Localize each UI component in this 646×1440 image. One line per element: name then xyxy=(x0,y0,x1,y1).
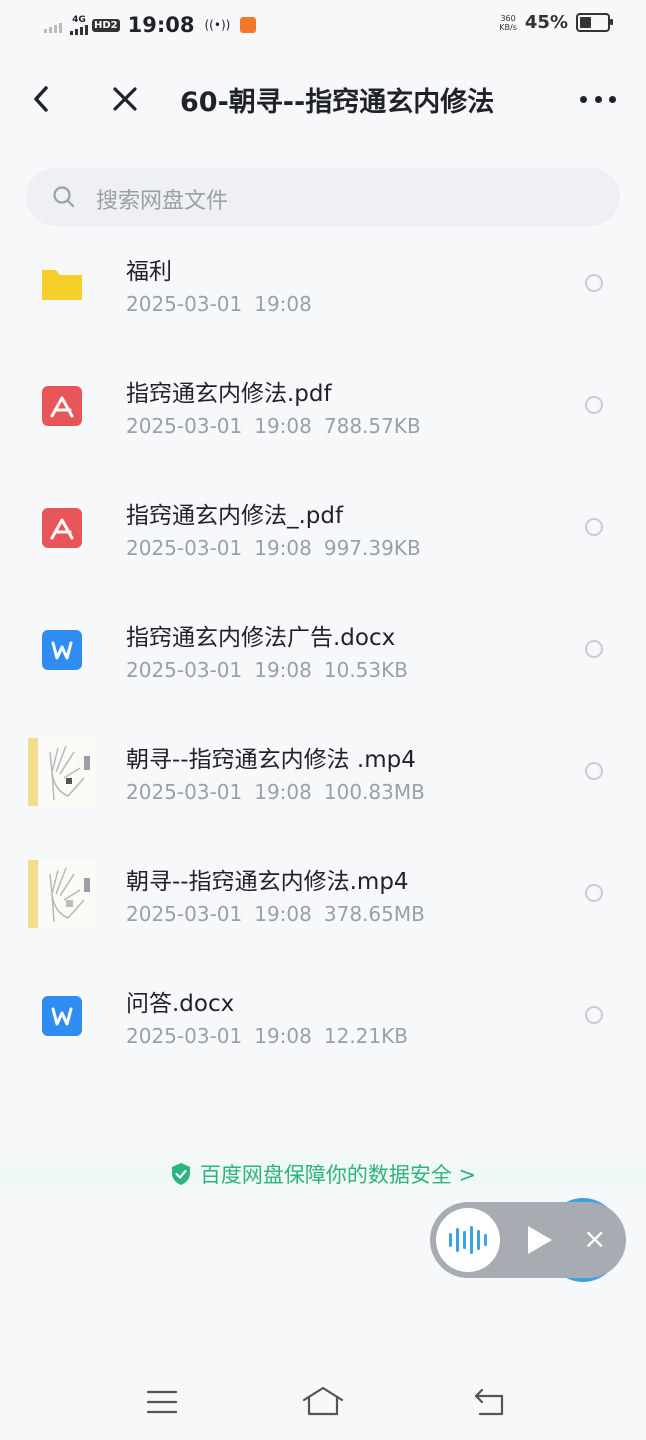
file-meta: 2025-03-01 19:08 xyxy=(126,292,312,316)
select-checkbox[interactable] xyxy=(585,396,603,414)
file-row[interactable]: 指窍通玄内修法_.pdf 2025-03-01 19:08 997.39KB xyxy=(0,480,646,602)
play-icon[interactable] xyxy=(528,1226,552,1254)
folder-icon xyxy=(28,250,96,318)
select-checkbox[interactable] xyxy=(585,274,603,292)
video-thumbnail xyxy=(28,738,96,806)
select-checkbox[interactable] xyxy=(585,1006,603,1024)
page-title: 60-朝寻--指窍通玄内修法 xyxy=(180,87,495,118)
file-size: 788.57KB xyxy=(323,414,421,438)
speed-value: 360 xyxy=(500,13,516,23)
file-row[interactable]: 福利 2025-03-01 19:08 xyxy=(0,236,646,358)
file-date: 2025-03-01 xyxy=(126,1024,243,1048)
network-indicator: 4G xyxy=(70,14,88,35)
pdf-file-icon xyxy=(28,372,96,440)
file-size: 378.65MB xyxy=(323,902,425,926)
file-date: 2025-03-01 xyxy=(126,658,243,682)
file-meta: 2025-03-01 19:08 997.39KB xyxy=(126,536,421,560)
app-notification-icon xyxy=(240,17,257,33)
file-size: 997.39KB xyxy=(323,536,421,560)
file-time: 19:08 xyxy=(254,1024,312,1048)
close-icon xyxy=(113,87,137,111)
network-type: 4G xyxy=(72,14,86,25)
close-button[interactable] xyxy=(108,82,142,116)
safety-banner[interactable]: 百度网盘保障你的数据安全 > xyxy=(0,1148,646,1200)
home-icon xyxy=(302,1386,344,1416)
file-row[interactable]: 指窍通玄内修法广告.docx 2025-03-01 19:08 10.53KB xyxy=(0,602,646,724)
file-time: 19:08 xyxy=(254,414,312,438)
file-time: 19:08 xyxy=(254,292,312,316)
battery-icon xyxy=(576,13,613,32)
search-placeholder: 搜索网盘文件 xyxy=(96,189,229,214)
file-row[interactable]: 朝寻--指窍通玄内修法 .mp4 2025-03-01 19:08 100.83MB xyxy=(0,724,646,846)
hotspot-icon: ((•)) xyxy=(204,18,231,32)
file-name: 指窍通玄内修法.pdf xyxy=(126,381,332,407)
file-name: 朝寻--指窍通玄内修法.mp4 xyxy=(126,869,409,895)
search-input[interactable]: 搜索网盘文件 xyxy=(26,168,620,226)
search-icon xyxy=(53,186,75,208)
audio-wave-icon[interactable] xyxy=(436,1208,500,1272)
file-date: 2025-03-01 xyxy=(126,902,243,926)
status-left: 4G HD2 19:08 ((•)) xyxy=(44,10,257,40)
hd-badge: HD2 xyxy=(92,18,120,32)
file-date: 2025-03-01 xyxy=(126,414,243,438)
file-date: 2025-03-01 xyxy=(126,536,243,560)
return-button[interactable] xyxy=(470,1382,510,1422)
status-time: 19:08 xyxy=(127,13,195,37)
return-icon xyxy=(474,1388,504,1416)
file-meta: 2025-03-01 19:08 378.65MB xyxy=(126,902,425,926)
system-nav-bar xyxy=(0,1376,646,1428)
more-button[interactable] xyxy=(580,86,616,112)
file-size: 12.21KB xyxy=(323,1024,408,1048)
safety-text: 百度网盘保障你的数据安全 > xyxy=(199,1163,477,1187)
file-meta: 2025-03-01 19:08 10.53KB xyxy=(126,658,408,682)
menu-icon xyxy=(146,1390,178,1414)
back-button[interactable] xyxy=(28,82,58,116)
file-time: 19:08 xyxy=(254,658,312,682)
video-thumbnail xyxy=(28,860,96,928)
signal-icon xyxy=(44,17,62,33)
header: 60-朝寻--指窍通玄内修法 xyxy=(0,64,646,134)
pdf-file-icon xyxy=(28,494,96,562)
file-name: 福利 xyxy=(126,259,172,285)
file-name: 问答.docx xyxy=(126,991,235,1017)
file-row[interactable]: 朝寻--指窍通玄内修法.mp4 2025-03-01 19:08 378.65MB xyxy=(0,846,646,968)
file-meta: 2025-03-01 19:08 100.83MB xyxy=(126,780,425,804)
file-meta: 2025-03-01 19:08 788.57KB xyxy=(126,414,421,438)
battery-percent: 45% xyxy=(524,12,568,33)
status-bar: 4G HD2 19:08 ((•)) 360 KB/s 45% xyxy=(0,0,646,52)
file-name: 指窍通玄内修法_.pdf xyxy=(126,503,344,529)
file-date: 2025-03-01 xyxy=(126,780,243,804)
floating-player[interactable]: × xyxy=(430,1202,626,1278)
status-right: 360 KB/s 45% xyxy=(499,12,613,33)
file-size: 10.53KB xyxy=(323,658,408,682)
file-size: 100.83MB xyxy=(323,780,425,804)
more-horizontal-icon xyxy=(580,95,587,103)
file-row[interactable]: 指窍通玄内修法.pdf 2025-03-01 19:08 788.57KB xyxy=(0,358,646,480)
file-time: 19:08 xyxy=(254,902,312,926)
file-name: 指窍通玄内修法广告.docx xyxy=(126,625,396,651)
select-checkbox[interactable] xyxy=(585,884,603,902)
close-player-icon[interactable]: × xyxy=(583,1222,606,1255)
battery-fill xyxy=(580,17,591,28)
select-checkbox[interactable] xyxy=(585,762,603,780)
file-name: 朝寻--指窍通玄内修法 .mp4 xyxy=(126,747,416,773)
home-button[interactable] xyxy=(300,1382,346,1422)
select-checkbox[interactable] xyxy=(585,518,603,536)
select-checkbox[interactable] xyxy=(585,640,603,658)
network-speed: 360 KB/s xyxy=(499,14,517,32)
file-time: 19:08 xyxy=(254,780,312,804)
shield-check-icon xyxy=(171,1163,190,1185)
file-meta: 2025-03-01 19:08 12.21KB xyxy=(126,1024,408,1048)
file-row[interactable]: 问答.docx 2025-03-01 19:08 12.21KB xyxy=(0,968,646,1090)
file-time: 19:08 xyxy=(254,536,312,560)
menu-button[interactable] xyxy=(142,1382,182,1422)
file-date: 2025-03-01 xyxy=(126,292,243,316)
speed-unit: KB/s xyxy=(499,22,517,32)
word-file-icon xyxy=(28,616,96,684)
word-file-icon xyxy=(28,982,96,1050)
chevron-left-icon xyxy=(34,86,48,112)
